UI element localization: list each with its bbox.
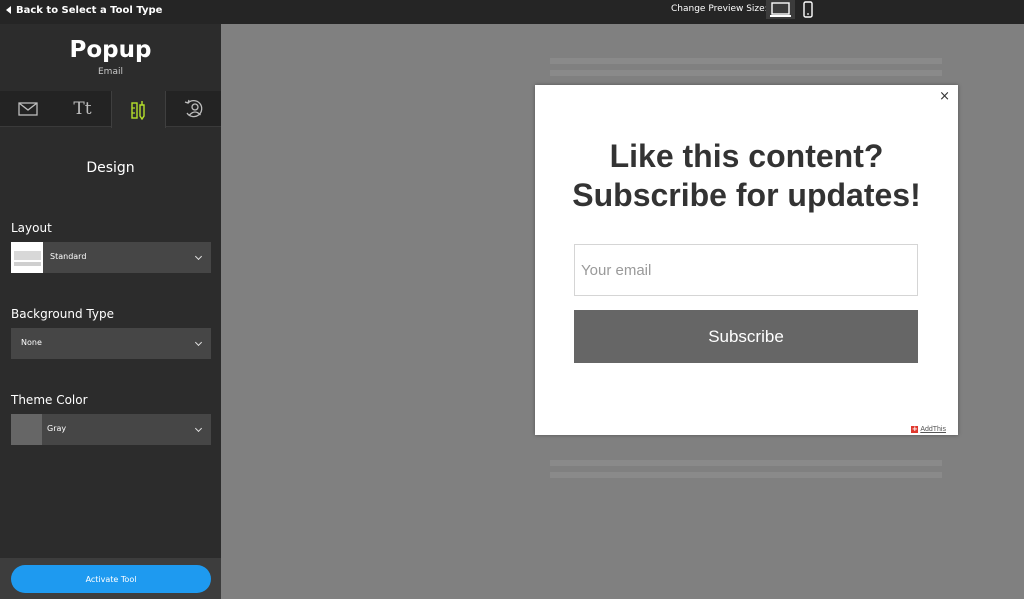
back-to-tool-type-link[interactable]: Back to Select a Tool Type xyxy=(6,3,162,17)
addthis-label: AddThis xyxy=(920,426,946,433)
layout-thumbnail xyxy=(11,242,43,273)
subscribe-button[interactable]: Subscribe xyxy=(574,310,918,363)
headline-line-2: Subscribe for updates! xyxy=(572,177,921,213)
popup-preview: × Like this content? Subscribe for updat… xyxy=(535,85,958,435)
tab-design[interactable] xyxy=(111,91,166,128)
chevron-down-icon xyxy=(194,252,203,261)
layout-label: Layout xyxy=(11,221,52,235)
back-link-label: Back to Select a Tool Type xyxy=(16,4,163,16)
preview-size-label: Change Preview Size: xyxy=(671,4,768,14)
theme-color-label: Theme Color xyxy=(11,393,88,407)
editor-sidebar: Popup Email Tt Design Layout Standard Ba… xyxy=(0,24,221,599)
sidebar-footer: Activate Tool xyxy=(0,558,221,599)
chevron-down-icon xyxy=(194,424,203,433)
mobile-icon xyxy=(803,1,813,18)
headline-line-1: Like this content? xyxy=(609,138,884,174)
section-title-design: Design xyxy=(86,160,135,176)
background-type-select[interactable]: None xyxy=(11,328,211,359)
addthis-link[interactable]: + AddThis xyxy=(911,426,946,433)
design-pencil-icon xyxy=(130,100,145,120)
theme-color-swatch xyxy=(11,414,42,445)
email-field[interactable] xyxy=(574,244,918,296)
layout-value: Standard xyxy=(50,252,87,261)
top-bar: Back to Select a Tool Type Change Previe… xyxy=(0,0,1024,24)
placeholder-line xyxy=(550,70,942,76)
chevron-down-icon xyxy=(194,338,203,347)
activate-tool-button[interactable]: Activate Tool xyxy=(11,565,211,593)
mobile-preview-button[interactable] xyxy=(799,0,817,19)
placeholder-line xyxy=(550,472,942,478)
editor-tabs: Tt xyxy=(0,91,221,128)
theme-color-select[interactable]: Gray xyxy=(11,414,211,445)
tool-subtitle: Email xyxy=(98,67,123,77)
tool-title: Popup xyxy=(69,37,152,63)
back-arrow-icon xyxy=(6,6,11,14)
placeholder-line xyxy=(550,460,942,466)
laptop-icon xyxy=(770,1,791,17)
tab-text[interactable]: Tt xyxy=(55,91,110,127)
desktop-preview-button[interactable] xyxy=(766,0,795,19)
background-type-label: Background Type xyxy=(11,307,114,321)
popup-headline: Like this content? Subscribe for updates… xyxy=(535,137,958,215)
close-button[interactable]: × xyxy=(939,90,950,104)
tab-email[interactable] xyxy=(0,91,55,127)
user-settings-icon xyxy=(184,99,202,118)
placeholder-line xyxy=(550,58,942,64)
theme-color-value: Gray xyxy=(47,424,67,433)
background-type-value: None xyxy=(21,338,42,347)
tab-targeting[interactable] xyxy=(166,91,221,127)
text-style-icon: Tt xyxy=(73,99,92,119)
layout-select[interactable]: Standard xyxy=(11,242,211,273)
envelope-icon xyxy=(17,102,38,116)
addthis-logo-icon: + xyxy=(911,425,919,433)
